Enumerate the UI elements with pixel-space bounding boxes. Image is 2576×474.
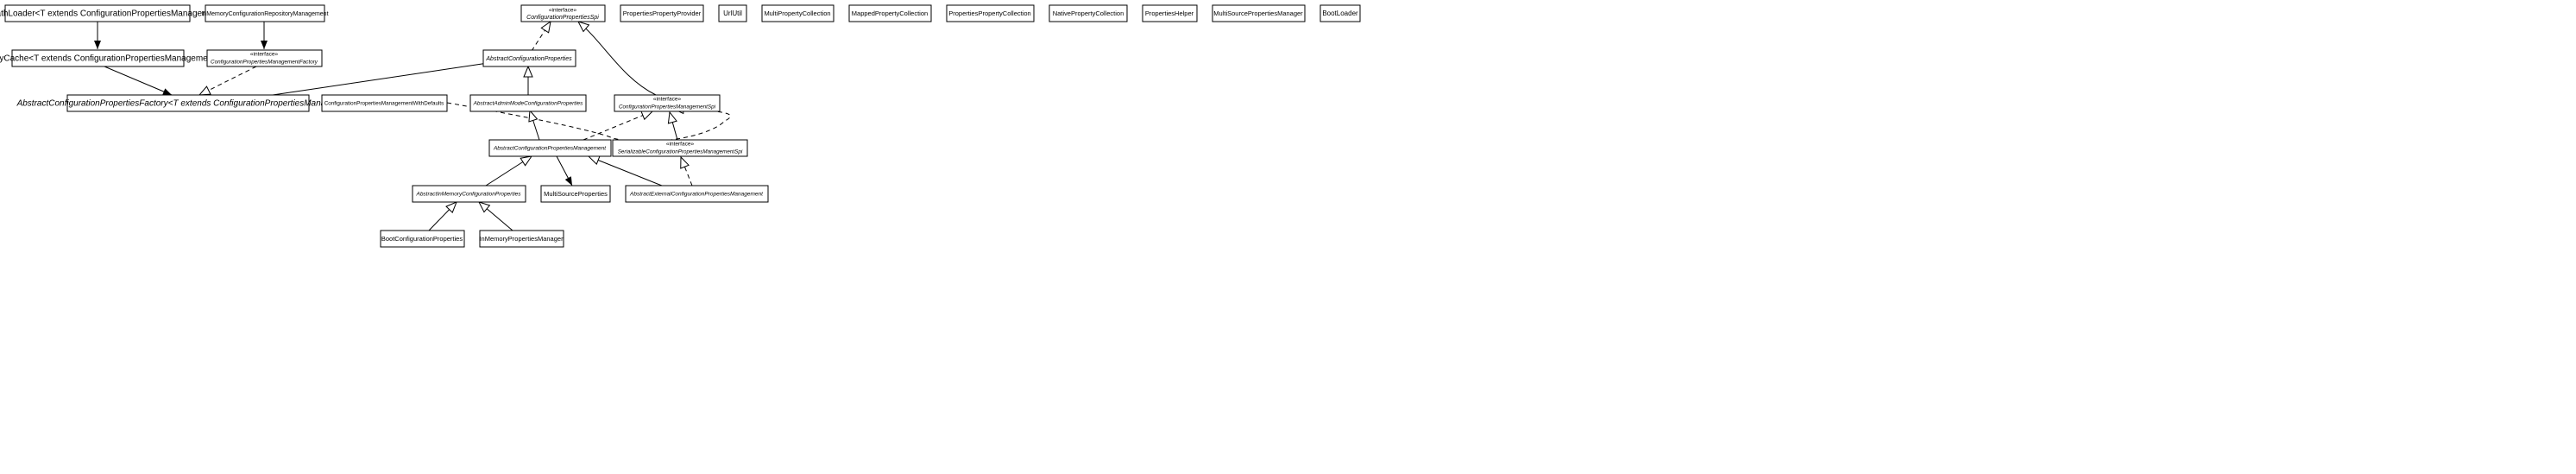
uml-diagram: ClassPathLoader<T extends ConfigurationP… <box>0 0 2576 474</box>
class-ClassPathLoader[interactable]: ClassPathLoader<T extends ConfigurationP… <box>0 5 226 22</box>
class-label: AbstractConfigurationPropertiesManagemen… <box>493 146 607 152</box>
class-MappedPropertyCollection[interactable]: MappedPropertyCollection <box>849 5 931 22</box>
interface-ConfigurationPropertiesManagementSpi[interactable]: «interface» ConfigurationPropertiesManag… <box>614 95 720 111</box>
class-FactoryCache[interactable]: FactoryCache<T extends ConfigurationProp… <box>0 50 220 66</box>
class-label: PropertiesPropertyCollection <box>948 9 1030 17</box>
class-NativePropertyCollection[interactable]: NativePropertyCollection <box>1049 5 1127 22</box>
class-label: InMemoryPropertiesManager <box>479 235 564 243</box>
class-label: MappedPropertyCollection <box>852 9 928 17</box>
class-label: AbstractAdminModeConfigurationProperties <box>473 101 584 107</box>
class-AbstractConfigurationProperties[interactable]: AbstractConfigurationProperties <box>483 50 576 66</box>
class-label: ConfigurationPropertiesSpi <box>526 15 599 21</box>
class-label: BootLoader <box>1322 9 1358 17</box>
class-PropertiesPropertyCollection[interactable]: PropertiesPropertyCollection <box>947 5 1034 22</box>
stereotype: «interface» <box>250 52 279 58</box>
class-label: ConfigurationPropertiesManagementSpi <box>619 104 716 111</box>
class-UrlUtil[interactable]: UrlUtil <box>719 5 746 22</box>
stereotype: «interface» <box>653 97 682 103</box>
interface-SerializableConfigurationPropertiesManagementSpi[interactable]: «interface» SerializableConfigurationPro… <box>613 140 747 156</box>
class-label: ConfigurationPropertiesManagementFactory <box>211 60 318 66</box>
class-PropertiesPropertyProvider[interactable]: PropertiesPropertyProvider <box>620 5 703 22</box>
stereotype: «interface» <box>666 142 695 148</box>
class-ConfigurationPropertiesManagementWithDefaults[interactable]: ConfigurationPropertiesManagementWithDef… <box>322 95 447 111</box>
class-label: AbstractConfigurationProperties <box>485 56 572 62</box>
interface-ConfigurationPropertiesManagementFactory[interactable]: «interface» ConfigurationPropertiesManag… <box>207 50 322 66</box>
class-label: PropertiesPropertyProvider <box>623 9 702 17</box>
class-AbstractAdminModeConfigurationProperties[interactable]: AbstractAdminModeConfigurationProperties <box>470 95 586 111</box>
class-label: ClassPathLoader<T extends ConfigurationP… <box>0 9 226 19</box>
stereotype: «interface» <box>549 8 577 14</box>
class-label: NativePropertyCollection <box>1053 9 1124 17</box>
class-label: AbstractInMemoryConfigurationProperties <box>415 192 521 198</box>
class-InMemoryConfigurationRepositoryManagement[interactable]: InMemoryConfigurationRepositoryManagemen… <box>201 5 328 22</box>
class-label: MultiPropertyCollection <box>764 9 830 17</box>
class-label: AbstractConfigurationPropertiesFactory<T… <box>16 99 360 109</box>
class-AbstractInMemoryConfigurationProperties[interactable]: AbstractInMemoryConfigurationProperties <box>413 186 526 202</box>
class-label: ConfigurationPropertiesManagementWithDef… <box>324 101 444 107</box>
interface-ConfigurationPropertiesSpi[interactable]: «interface» ConfigurationPropertiesSpi <box>521 5 605 22</box>
class-label: BootConfigurationProperties <box>381 235 463 243</box>
class-label: FactoryCache<T extends ConfigurationProp… <box>0 54 220 64</box>
class-label: SerializableConfigurationPropertiesManag… <box>618 149 743 155</box>
class-MultiSourcePropertiesManager[interactable]: MultiSourcePropertiesManager <box>1212 5 1305 22</box>
class-AbstractConfigurationPropertiesManagement[interactable]: AbstractConfigurationPropertiesManagemen… <box>489 140 611 156</box>
class-label: MultiSourcePropertiesManager <box>1213 9 1303 17</box>
class-InMemoryPropertiesManager[interactable]: InMemoryPropertiesManager <box>479 231 564 247</box>
class-MultiSourceProperties[interactable]: MultiSourceProperties <box>541 186 610 202</box>
class-BootConfigurationProperties[interactable]: BootConfigurationProperties <box>381 231 464 247</box>
class-label: MultiSourceProperties <box>544 190 608 198</box>
class-PropertiesHelper[interactable]: PropertiesHelper <box>1143 5 1197 22</box>
class-MultiPropertyCollection[interactable]: MultiPropertyCollection <box>762 5 834 22</box>
class-label: InMemoryConfigurationRepositoryManagemen… <box>201 11 328 17</box>
class-AbstractConfigurationPropertiesFactory[interactable]: AbstractConfigurationPropertiesFactory<T… <box>16 95 360 111</box>
class-label: AbstractExternalConfigurationPropertiesM… <box>629 192 764 198</box>
class-label: PropertiesHelper <box>1145 9 1194 17</box>
class-label: UrlUtil <box>723 9 742 17</box>
class-AbstractExternalConfigurationPropertiesManagement[interactable]: AbstractExternalConfigurationPropertiesM… <box>626 186 768 202</box>
class-BootLoader[interactable]: BootLoader <box>1320 5 1360 22</box>
